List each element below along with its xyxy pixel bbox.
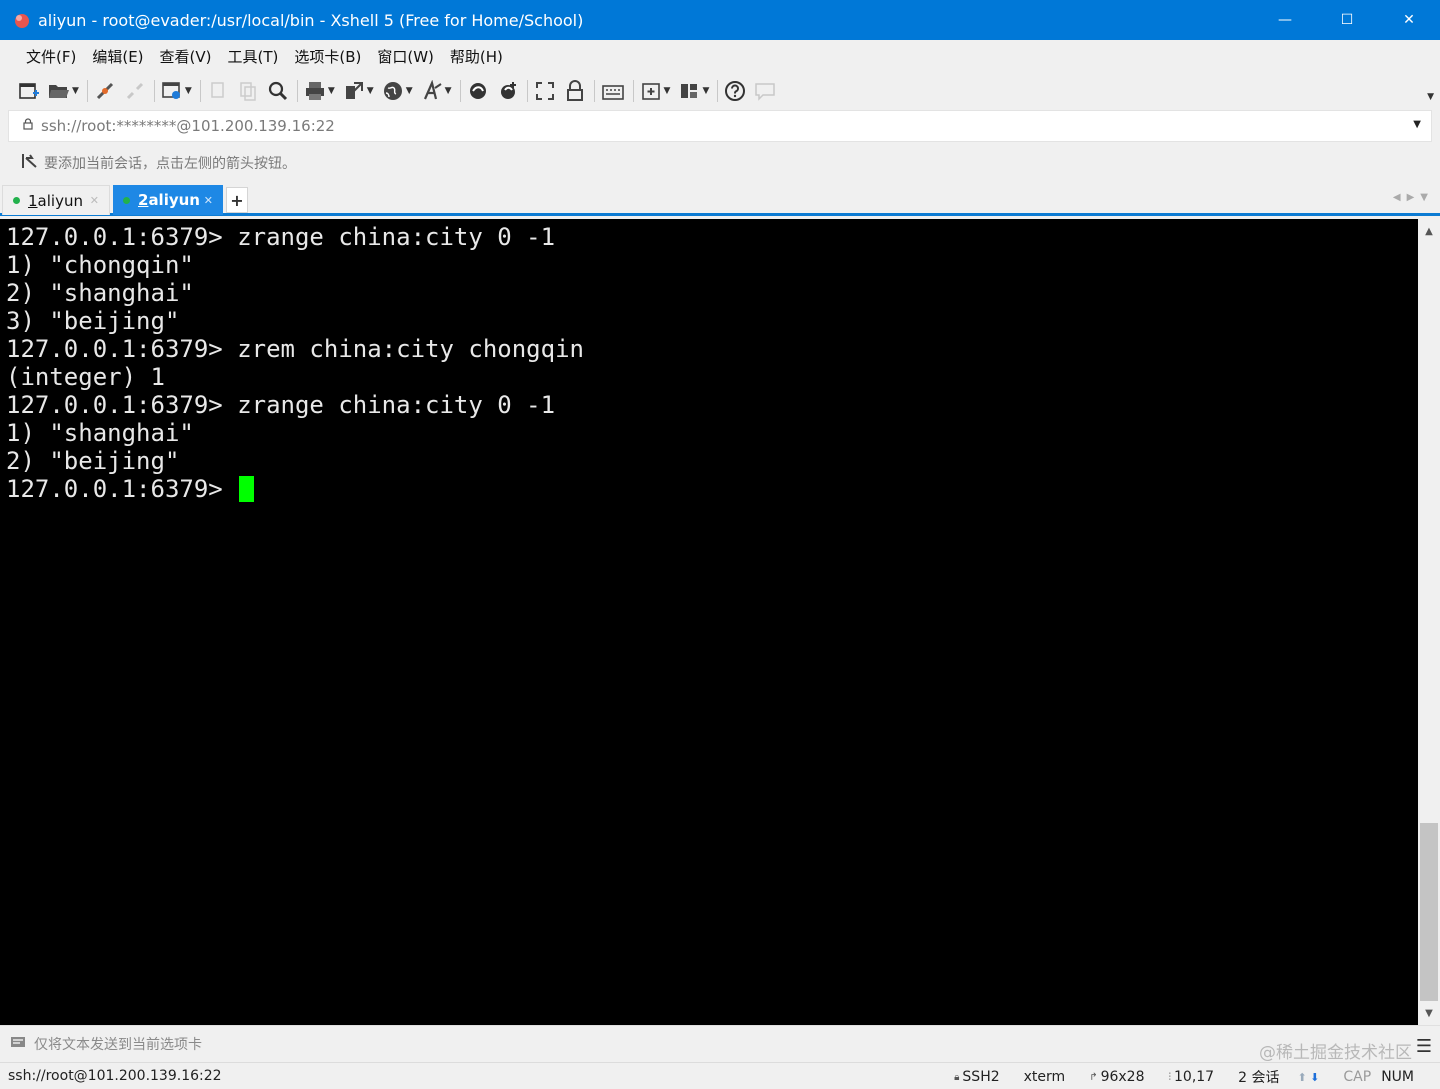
transfer-arrows-icon: ⬆ ⬇ — [1297, 1070, 1320, 1084]
transfer-icon[interactable]: ▼ — [343, 78, 374, 104]
close-button[interactable]: ✕ — [1378, 0, 1440, 40]
tab-close-icon[interactable]: ✕ — [90, 194, 99, 207]
compose-icon[interactable] — [10, 1035, 26, 1053]
menu-edit[interactable]: 编辑(E) — [92, 46, 143, 67]
paste-icon[interactable] — [237, 78, 259, 104]
compose-bar[interactable]: 仅将文本发送到当前选项卡 @稀土掘金技术社区 ☰ — [0, 1025, 1440, 1063]
title-bar: aliyun - root@evader:/usr/local/bin - Xs… — [0, 0, 1440, 40]
add-session-arrow-icon[interactable] — [20, 152, 38, 174]
status-protocol: 🔒︎ SSH2 — [954, 1069, 1000, 1085]
terminal-line: 2) "shanghai" — [6, 279, 194, 307]
open-folder-icon[interactable]: ▼ — [48, 78, 79, 104]
xftp-icon[interactable] — [467, 78, 489, 104]
tab-number: 1 — [28, 191, 38, 210]
scroll-down-icon[interactable]: ▼ — [1418, 1005, 1440, 1021]
status-terminal-type: xterm — [1023, 1069, 1066, 1085]
menu-file[interactable]: 文件(F) — [26, 46, 76, 67]
menu-view[interactable]: 查看(V) — [160, 46, 212, 67]
help-icon[interactable] — [724, 78, 746, 104]
menu-tabs[interactable]: 选项卡(B) — [294, 46, 361, 67]
status-protocol-text: SSH2 — [962, 1069, 1000, 1085]
tab-label: aliyun — [148, 191, 200, 209]
properties-icon[interactable]: ▼ — [161, 78, 192, 104]
maximize-button[interactable]: ☐ — [1316, 0, 1378, 40]
terminal-scrollbar[interactable]: ▲ ▼ — [1418, 219, 1440, 1025]
menu-help[interactable]: 帮助(H) — [450, 46, 503, 67]
tab-session-2[interactable]: 2 aliyun ✕ — [113, 185, 223, 215]
globe-icon[interactable]: ▼ — [382, 78, 413, 104]
fullscreen-icon[interactable] — [534, 78, 556, 104]
scrollbar-thumb[interactable] — [1420, 823, 1438, 1001]
address-bar[interactable]: ssh://root:********@101.200.139.16:22 ▼ — [8, 110, 1432, 142]
minimize-icon: — — [1278, 12, 1292, 28]
connected-dot-icon — [123, 196, 130, 204]
connected-dot-icon — [13, 197, 20, 204]
terminal-line: 1) "shanghai" — [6, 419, 194, 447]
scroll-up-icon[interactable]: ▲ — [1418, 223, 1440, 239]
size-icon: ↱ — [1089, 1071, 1098, 1083]
tab-number: 2 — [138, 191, 149, 209]
tab-session-1[interactable]: 1 aliyun ✕ — [2, 185, 110, 215]
status-sessions: 2 会话 — [1238, 1070, 1280, 1086]
find-icon[interactable] — [267, 78, 289, 104]
lock-tiny-icon: 🔒︎ — [954, 1071, 960, 1083]
terminal-line: (integer) 1 — [6, 363, 165, 391]
layout-icon[interactable]: ▼ — [678, 78, 709, 104]
tab-close-icon[interactable]: ✕ — [204, 194, 213, 207]
status-connection: ssh://root@101.200.139.16:22 — [8, 1068, 222, 1084]
status-bar: ssh://root@101.200.139.16:22 🔒︎ SSH2 xter… — [0, 1062, 1440, 1089]
maximize-icon: ☐ — [1340, 12, 1354, 28]
print-icon[interactable]: ▼ — [304, 78, 335, 104]
tab-label: aliyun — [37, 191, 83, 210]
terminal-cursor — [239, 476, 255, 502]
menu-tools[interactable]: 工具(T) — [228, 46, 279, 67]
status-cursor-text: 10,17 — [1174, 1069, 1215, 1085]
terminal-line: 1) "chongqin" — [6, 251, 194, 279]
menu-bar: 文件(F) 编辑(E) 查看(V) 工具(T) 选项卡(B) 窗口(W) 帮助(… — [0, 40, 1440, 72]
address-input[interactable]: ssh://root:********@101.200.139.16:22 — [41, 117, 335, 135]
toolbar-overflow-icon[interactable]: ▼ — [1427, 92, 1434, 102]
watermark-text: @稀土掘金技术社区 — [1259, 1043, 1412, 1063]
status-num: NUM — [1381, 1069, 1414, 1085]
terminal-prompt: 127.0.0.1:6379> — [6, 475, 238, 503]
window-title: aliyun - root@evader:/usr/local/bin - Xs… — [38, 10, 584, 30]
font-icon[interactable]: ▼ — [421, 78, 452, 104]
terminal-prompt-line: 127.0.0.1:6379> — [6, 475, 1418, 503]
status-cursor-pos: ⫶ 10,17 — [1169, 1069, 1215, 1085]
toolbar: ▼ ▼ ▼ ▼ ▼ ▼ ▼ ▼ ▼ — [0, 72, 1440, 110]
minimize-button[interactable]: — — [1254, 0, 1316, 40]
xftp-new-icon[interactable] — [497, 78, 519, 104]
terminal-line: 3) "beijing" — [6, 307, 180, 335]
address-dropdown-icon[interactable]: ▼ — [1413, 119, 1421, 130]
add-tab-icon[interactable]: ▼ — [640, 78, 670, 104]
copy-icon[interactable] — [207, 78, 229, 104]
compose-placeholder: 仅将文本发送到当前选项卡 — [34, 1036, 202, 1053]
menu-window[interactable]: 窗口(W) — [377, 46, 434, 67]
new-tab-button[interactable]: + — [226, 187, 248, 213]
cursor-pos-icon: ⫶ — [1168, 1071, 1172, 1083]
reconnect-icon[interactable] — [94, 78, 116, 104]
tab-bar: 1 aliyun ✕ 2 aliyun ✕ + ◀▶▼ — [0, 184, 1440, 216]
keyboard-icon[interactable] — [601, 78, 625, 104]
tab-scroll-icons[interactable]: ◀▶▼ — [1393, 192, 1434, 203]
status-size-text: 96x28 — [1100, 1069, 1145, 1085]
lock-icon[interactable] — [564, 78, 586, 104]
lock-small-icon — [23, 118, 33, 134]
compose-menu-icon[interactable]: ☰ — [1416, 1036, 1432, 1057]
terminal-line: 127.0.0.1:6379> zrange china:city 0 -1 — [6, 223, 556, 251]
session-hint-text: 要添加当前会话，点击左侧的箭头按钮。 — [44, 156, 296, 172]
status-size: ↱ 96x28 — [1089, 1069, 1144, 1085]
terminal-line: 2) "beijing" — [6, 447, 180, 475]
disconnect-icon[interactable] — [124, 78, 146, 104]
terminal-line: 127.0.0.1:6379> zrange china:city 0 -1 — [6, 391, 556, 419]
status-caps: CAP — [1343, 1069, 1372, 1085]
terminal-output[interactable]: 127.0.0.1:6379> zrange china:city 0 -1 1… — [0, 219, 1418, 1025]
close-icon: ✕ — [1403, 12, 1415, 28]
new-session-icon[interactable] — [18, 78, 40, 104]
chat-icon[interactable] — [754, 78, 776, 104]
session-hint-bar: 要添加当前会话，点击左侧的箭头按钮。 — [0, 146, 1440, 180]
terminal-line: 127.0.0.1:6379> zrem china:city chongqin — [6, 335, 584, 363]
xshell-logo-icon — [12, 10, 32, 30]
